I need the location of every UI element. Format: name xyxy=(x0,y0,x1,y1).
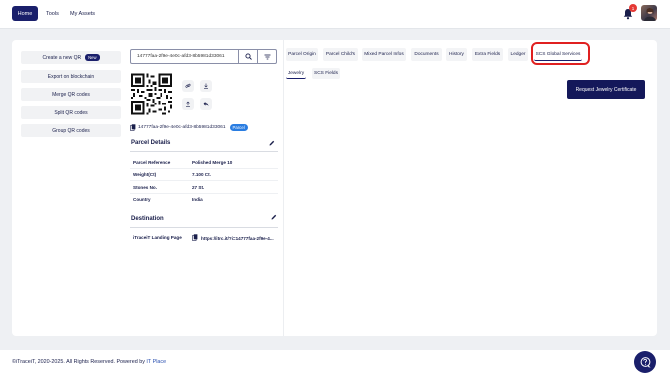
row-divider xyxy=(130,193,278,194)
user-avatar[interactable] xyxy=(641,5,657,21)
weight-value: 7.100 Ct. xyxy=(192,172,211,177)
search-input-value[interactable]: 14777faa-2f9e-4e0c-afd3-8b5981d33061 xyxy=(137,54,225,59)
main-card xyxy=(12,40,657,336)
tab-extra-fields[interactable]: Extra Fields xyxy=(472,48,503,61)
filter-icon xyxy=(264,54,270,59)
footer-text: ©iTraceiT, 2020-2025. All Rights Reserve… xyxy=(12,359,166,365)
copy-link-icon[interactable] xyxy=(192,234,198,241)
create-qr-button[interactable]: Create a new QR New xyxy=(21,51,121,64)
row-divider xyxy=(130,168,278,169)
tab-documents[interactable]: Documents xyxy=(411,48,442,61)
stones-label: Stones No. xyxy=(133,185,157,190)
nav-home-button[interactable]: Home xyxy=(12,6,38,21)
stones-value: 27 St. xyxy=(192,185,205,190)
tab-mixed-parcel-infos[interactable]: Mixed Parcel Infos xyxy=(362,48,406,61)
edit-parcel-details-icon[interactable] xyxy=(269,140,275,146)
filter-button[interactable] xyxy=(257,50,276,63)
row-divider xyxy=(130,180,278,181)
section-divider xyxy=(130,151,278,152)
link-button[interactable] xyxy=(182,80,194,92)
top-navbar: Home Tools My Assets 1 xyxy=(0,0,670,29)
tab-ledger[interactable]: Ledger xyxy=(508,48,528,61)
nav-my-assets-link[interactable]: My Assets xyxy=(70,6,95,21)
reply-button[interactable] xyxy=(200,98,212,110)
panel-divider xyxy=(283,40,284,336)
subtab-scs-fields[interactable]: SCS Fields xyxy=(312,68,340,79)
create-qr-label: Create a new QR xyxy=(42,54,82,61)
upload-icon xyxy=(186,101,190,107)
tab-history[interactable]: History xyxy=(446,48,467,61)
parcel-reference-value: Polished Merge 10 xyxy=(192,160,233,165)
split-qr-button[interactable]: Split QR codes xyxy=(21,106,121,119)
support-chat-button[interactable] xyxy=(634,351,656,373)
qr-search-field[interactable]: 14777faa-2f9e-4e0c-afd3-8b5981d33061 xyxy=(130,49,277,64)
country-value: India xyxy=(192,197,203,202)
tab-highlight-outline xyxy=(531,42,590,65)
footer: ©iTraceiT, 2020-2025. All Rights Reserve… xyxy=(0,350,670,375)
tab-parcel-origin[interactable]: Parcel Origin xyxy=(286,48,318,61)
download-button[interactable] xyxy=(200,80,212,92)
merge-qr-button[interactable]: Merge QR codes xyxy=(21,88,121,101)
group-qr-button[interactable]: Group QR codes xyxy=(21,124,121,137)
nav-tools-link[interactable]: Tools xyxy=(46,6,59,21)
copy-icon[interactable] xyxy=(130,124,136,131)
country-label: Country xyxy=(133,197,151,202)
search-button[interactable] xyxy=(238,50,257,63)
upload-button[interactable] xyxy=(182,98,194,110)
new-badge: New xyxy=(85,54,100,61)
weight-label: Weight(Ct) xyxy=(133,172,157,177)
tab-parcel-childs[interactable]: Parcel Child's xyxy=(323,48,358,61)
link-icon xyxy=(185,83,191,88)
parcel-reference-label: Parcel Reference xyxy=(133,160,171,165)
reply-icon xyxy=(203,102,209,107)
download-icon xyxy=(204,83,208,89)
parcel-code-line: 14777faa-2f9e-4e0c-afd3-8b5981d33061 Par… xyxy=(130,123,248,132)
it-place-link[interactable]: IT Place xyxy=(146,359,166,365)
edit-destination-icon[interactable] xyxy=(271,214,277,220)
section-divider xyxy=(130,227,278,228)
copyright-text: ©iTraceiT, 2020-2025. All Rights Reserve… xyxy=(12,359,147,365)
parcel-code: 14777faa-2f9e-4e0c-afd3-8b5981d33061 xyxy=(138,125,226,130)
request-jewelry-certificate-button[interactable]: Request Jewelry Certificate xyxy=(567,80,645,99)
qr-code-image xyxy=(131,73,172,115)
landing-page-label: iTraceiT Landing Page xyxy=(133,235,182,240)
search-icon xyxy=(244,53,252,60)
export-blockchain-button[interactable]: Export on blockchain xyxy=(21,70,121,83)
subtab-jewelry[interactable]: Jewelry xyxy=(286,68,306,79)
support-chat-icon xyxy=(640,356,651,368)
destination-title: Destination xyxy=(131,216,164,222)
parcel-type-badge: Parcel xyxy=(229,124,248,131)
parcel-details-title: Parcel Details xyxy=(131,140,171,146)
notification-count-badge: 1 xyxy=(629,4,637,12)
landing-page-link[interactable]: https://itrc.it/?i=14777faa-2f9e-4... xyxy=(201,236,274,241)
